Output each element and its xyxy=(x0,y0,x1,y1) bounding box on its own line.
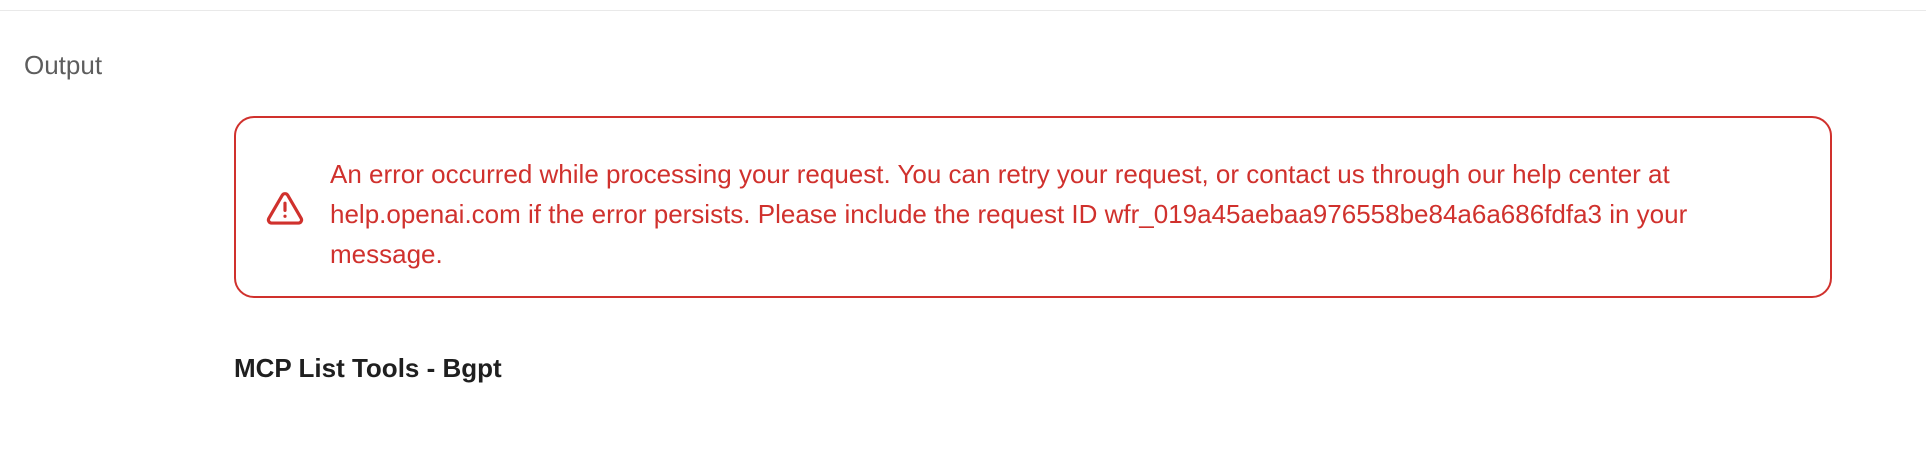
error-message-box: An error occurred while processing your … xyxy=(234,116,1832,298)
warning-triangle-icon xyxy=(266,189,304,227)
error-message-text: An error occurred while processing your … xyxy=(330,159,1688,269)
output-section-label: Output xyxy=(24,50,103,80)
mcp-list-tools-heading[interactable]: MCP List Tools - Bgpt xyxy=(234,353,502,383)
top-divider xyxy=(0,10,1926,11)
